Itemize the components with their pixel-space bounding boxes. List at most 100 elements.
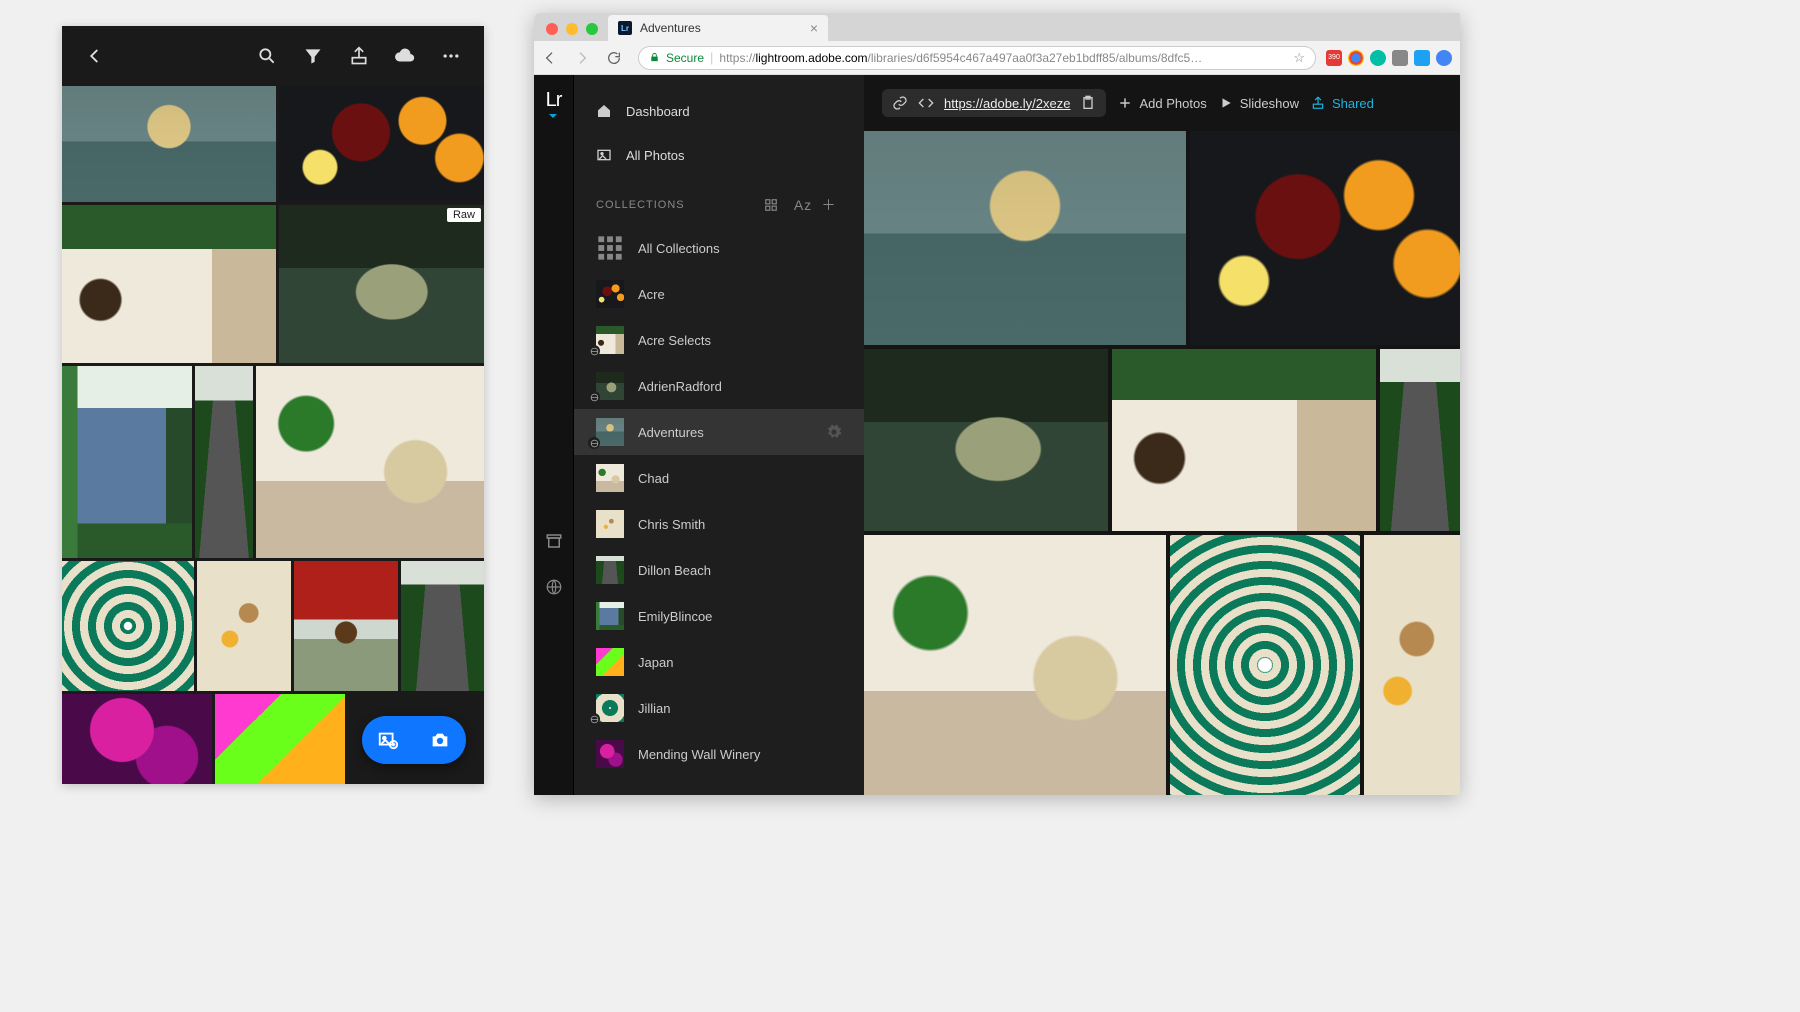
more-icon[interactable] (428, 33, 474, 79)
add-photo-fab[interactable] (362, 716, 466, 764)
clipboard-icon[interactable] (1080, 95, 1096, 111)
collection-label: EmilyBlincoe (638, 609, 712, 624)
globe-icon (588, 391, 600, 403)
photo-thumb[interactable] (256, 366, 484, 558)
photo-thumb[interactable] (62, 366, 192, 558)
grid-view-icon[interactable] (764, 198, 790, 212)
extension-icon[interactable] (1414, 50, 1430, 66)
browser-tabstrip: Lr Adventures × (534, 13, 1460, 41)
photo-thumb[interactable] (864, 131, 1186, 345)
search-icon[interactable] (244, 33, 290, 79)
embed-icon[interactable] (918, 95, 934, 111)
slideshow-button[interactable]: Slideshow (1219, 96, 1299, 111)
collection-all[interactable]: All Collections (574, 225, 864, 271)
mobile-topbar (62, 26, 484, 86)
cloud-icon[interactable] (382, 33, 428, 79)
collection-label: AdrienRadford (638, 379, 722, 394)
collection-item[interactable]: Chad (574, 455, 864, 501)
collection-label: All Collections (638, 241, 720, 256)
gear-icon[interactable] (826, 424, 842, 440)
add-collection-button[interactable]: ＋ (816, 195, 842, 215)
photo-thumb[interactable] (62, 694, 212, 784)
collection-label: Jillian (638, 701, 671, 716)
photo-thumb[interactable] (1170, 535, 1360, 795)
extension-icon[interactable]: 390 (1326, 50, 1342, 66)
collection-label: Acre Selects (638, 333, 711, 348)
collection-thumb (596, 602, 624, 630)
share-url-link[interactable]: https://adobe.ly/2xeze (944, 96, 1070, 111)
photo-thumb[interactable] (1190, 131, 1460, 345)
sort-button[interactable]: Az (790, 197, 816, 213)
collection-thumb (596, 372, 624, 400)
link-icon[interactable] (892, 95, 908, 111)
extension-icon[interactable] (1348, 50, 1364, 66)
lightroom-web-app: Lr Dashboard All Photos C (534, 75, 1460, 795)
photo-thumb[interactable] (197, 561, 291, 691)
photo-thumb[interactable] (1364, 535, 1460, 795)
nav-forward-button[interactable] (574, 50, 596, 66)
photo-thumb[interactable] (864, 349, 1108, 531)
main-toolbar: https://adobe.ly/2xeze Add Photos Slides… (864, 75, 1460, 131)
collection-item[interactable]: Jillian (574, 685, 864, 731)
collection-item[interactable]: EmilyBlincoe (574, 593, 864, 639)
tool-label: Shared (1332, 96, 1374, 111)
photo-thumb[interactable] (62, 86, 276, 202)
globe-icon (588, 437, 600, 449)
photo-thumb[interactable] (294, 561, 398, 691)
tool-label: Add Photos (1139, 96, 1206, 111)
collection-item[interactable]: Japan (574, 639, 864, 685)
globe-icon[interactable] (545, 578, 563, 596)
photo-thumb[interactable] (279, 86, 484, 202)
archive-icon[interactable] (545, 532, 563, 550)
share-icon[interactable] (336, 33, 382, 79)
main-panel: https://adobe.ly/2xeze Add Photos Slides… (864, 75, 1460, 795)
collection-thumb (596, 740, 624, 768)
nav-back-button[interactable] (542, 50, 564, 66)
photo-thumb[interactable] (195, 366, 253, 558)
close-window-button[interactable] (546, 23, 558, 35)
collection-thumb (596, 418, 624, 446)
photo-thumb[interactable] (62, 205, 276, 363)
bookmark-star-icon[interactable]: ☆ (1293, 50, 1305, 66)
collection-item[interactable]: Acre (574, 271, 864, 317)
collections-title: COLLECTIONS (596, 199, 685, 211)
photo-thumb[interactable] (215, 694, 345, 784)
collection-item[interactable]: Dillon Beach (574, 547, 864, 593)
collection-item[interactable]: AdrienRadford (574, 363, 864, 409)
add-photos-button[interactable]: Add Photos (1118, 96, 1206, 111)
shared-button[interactable]: Shared (1311, 96, 1374, 111)
collection-item[interactable]: Acre Selects (574, 317, 864, 363)
photo-thumb[interactable] (62, 561, 194, 691)
tab-title: Adventures (640, 21, 701, 35)
photo-thumb[interactable]: Raw (279, 205, 484, 363)
extension-icon[interactable] (1370, 50, 1386, 66)
extension-icon[interactable] (1392, 50, 1408, 66)
collection-item[interactable]: Chris Smith (574, 501, 864, 547)
collection-thumb (596, 326, 624, 354)
secure-label: Secure (666, 51, 704, 65)
extension-icons: 390 (1326, 50, 1452, 66)
minimize-window-button[interactable] (566, 23, 578, 35)
sidebar-nav-dashboard[interactable]: Dashboard (574, 89, 864, 133)
browser-tab[interactable]: Lr Adventures × (608, 15, 828, 41)
collection-label: Chris Smith (638, 517, 705, 532)
address-bar[interactable]: Secure | https://lightroom.adobe.com/lib… (638, 46, 1316, 70)
photo-thumb[interactable] (1112, 349, 1376, 531)
tool-label: Slideshow (1240, 96, 1299, 111)
lightroom-logo[interactable]: Lr (546, 89, 562, 112)
nav-reload-button[interactable] (606, 50, 628, 66)
globe-icon (588, 345, 600, 357)
close-tab-button[interactable]: × (810, 20, 818, 36)
photo-thumb[interactable] (401, 561, 484, 691)
collection-item[interactable]: Mending Wall Winery (574, 731, 864, 777)
globe-icon (588, 713, 600, 725)
sidebar-nav-label: All Photos (626, 148, 685, 163)
back-button[interactable] (72, 33, 118, 79)
collection-item[interactable]: Adventures (574, 409, 864, 455)
extension-icon[interactable] (1436, 50, 1452, 66)
photo-thumb[interactable] (864, 535, 1166, 795)
sidebar-nav-allphotos[interactable]: All Photos (574, 133, 864, 177)
filter-icon[interactable] (290, 33, 336, 79)
maximize-window-button[interactable] (586, 23, 598, 35)
photo-thumb[interactable] (1380, 349, 1460, 531)
